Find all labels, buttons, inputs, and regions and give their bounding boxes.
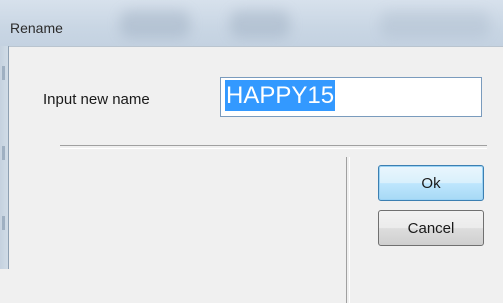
ok-button[interactable]: Ok xyxy=(378,165,484,201)
cancel-button[interactable]: Cancel xyxy=(378,210,484,246)
window-title: Rename xyxy=(10,20,63,36)
glass-blur xyxy=(380,10,490,38)
frame-mark xyxy=(2,216,5,230)
new-name-input[interactable]: HAPPY15 xyxy=(220,77,482,117)
glass-blur xyxy=(230,10,290,38)
vertical-separator xyxy=(346,157,350,303)
dialog-body: Input new name HAPPY15 Ok Cancel xyxy=(9,46,503,303)
frame-mark xyxy=(2,66,5,80)
new-name-label: Input new name xyxy=(43,91,150,108)
window-frame-left xyxy=(0,46,9,269)
glass-blur xyxy=(120,10,190,38)
horizontal-separator xyxy=(60,145,487,149)
selected-name-text[interactable]: HAPPY15 xyxy=(225,80,336,111)
title-bar[interactable]: Rename xyxy=(0,0,503,46)
frame-mark xyxy=(2,146,5,160)
rename-dialog: Rename Input new name HAPPY15 Ok Cancel xyxy=(0,0,503,303)
